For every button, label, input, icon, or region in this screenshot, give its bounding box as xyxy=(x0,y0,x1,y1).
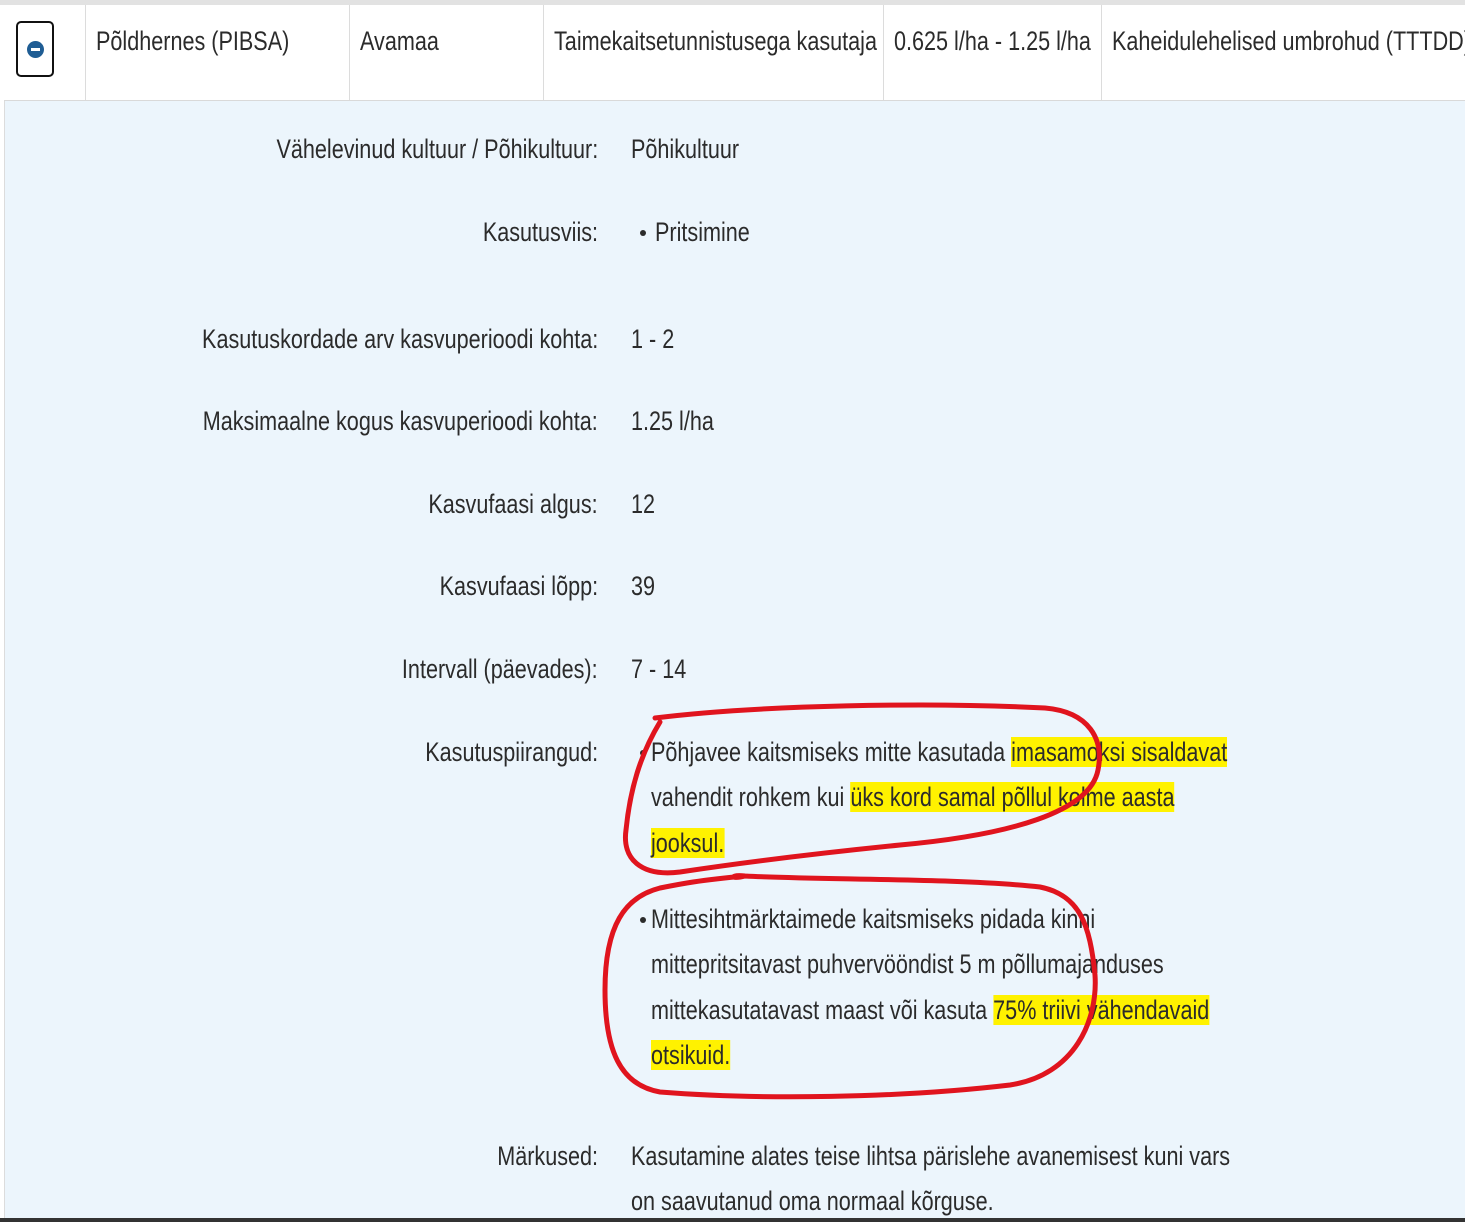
intercrop-value: Põhikultuur xyxy=(631,134,740,164)
restriction-2-line-4: otsikuid. xyxy=(651,1040,731,1070)
max-label: Maksimaalne kogus kasvuperioodi kohta: xyxy=(202,406,598,436)
restriction-1-line-1: Põhjavee kaitsmiseks mitte kasutada imas… xyxy=(651,737,1228,767)
phase-end-label: Kasvufaasi lõpp: xyxy=(439,571,599,601)
restriction-2-line-2: mittepritsitavast puhvervööndist 5 m põl… xyxy=(651,949,1164,979)
notes-label: Märkused: xyxy=(497,1141,598,1171)
method-value: Pritsimine xyxy=(655,217,750,247)
cell-target: Kaheidulehelised umbrohud (TTTDD) xyxy=(1112,26,1465,56)
collapse-cell xyxy=(4,5,86,100)
phase-start-value: 12 xyxy=(631,489,656,519)
intercrop-label: Vähelevinud kultuur / Põhikultuur: xyxy=(276,134,598,164)
collapse-button[interactable] xyxy=(16,21,54,77)
cell-crop: Põldhernes (PIBSA) xyxy=(86,5,350,100)
bullet-icon xyxy=(640,750,646,756)
phase-end-value: 39 xyxy=(631,571,656,601)
restriction-1-line-3: jooksul. xyxy=(651,828,725,858)
count-label: Kasutuskordade arv kasvuperioodi kohta: xyxy=(201,324,598,354)
interval-value: 7 - 14 xyxy=(631,654,687,684)
notes-line-1: Kasutamine alates teise lihtsa pärislehe… xyxy=(631,1141,1231,1171)
cell-user: Taimekaitsetunnistusega kasutaja xyxy=(544,5,884,100)
restriction-1-line-2: vahendit rohkem kui üks kord samal põllu… xyxy=(651,782,1175,812)
bottom-border xyxy=(0,1218,1465,1222)
restriction-2-line-3: mittekasutatavast maast või kasuta 75% t… xyxy=(651,995,1210,1025)
notes-line-2: on saavutanud oma normaal kõrguse. xyxy=(631,1186,994,1216)
bullet-icon xyxy=(640,230,646,236)
interval-label: Intervall (päevades): xyxy=(402,654,598,684)
minus-circle-icon xyxy=(26,40,44,58)
phase-start-label: Kasvufaasi algus: xyxy=(428,489,598,519)
cell-area: Avamaa xyxy=(350,5,544,100)
cell-dose: 0.625 l/ha - 1.25 l/ha xyxy=(884,5,1102,100)
method-label: Kasutusviis: xyxy=(482,217,598,247)
bullet-icon xyxy=(640,917,646,923)
table-row[interactable]: Põldhernes (PIBSA) Avamaa Taimekaitsetun… xyxy=(4,5,1465,101)
restriction-2-line-1: Mittesihtmärktaimede kaitsmiseks pidada … xyxy=(651,904,1096,934)
count-value: 1 - 2 xyxy=(631,324,675,354)
restrictions-label: Kasutuspiirangud: xyxy=(425,737,598,767)
max-value: 1.25 l/ha xyxy=(631,406,714,436)
